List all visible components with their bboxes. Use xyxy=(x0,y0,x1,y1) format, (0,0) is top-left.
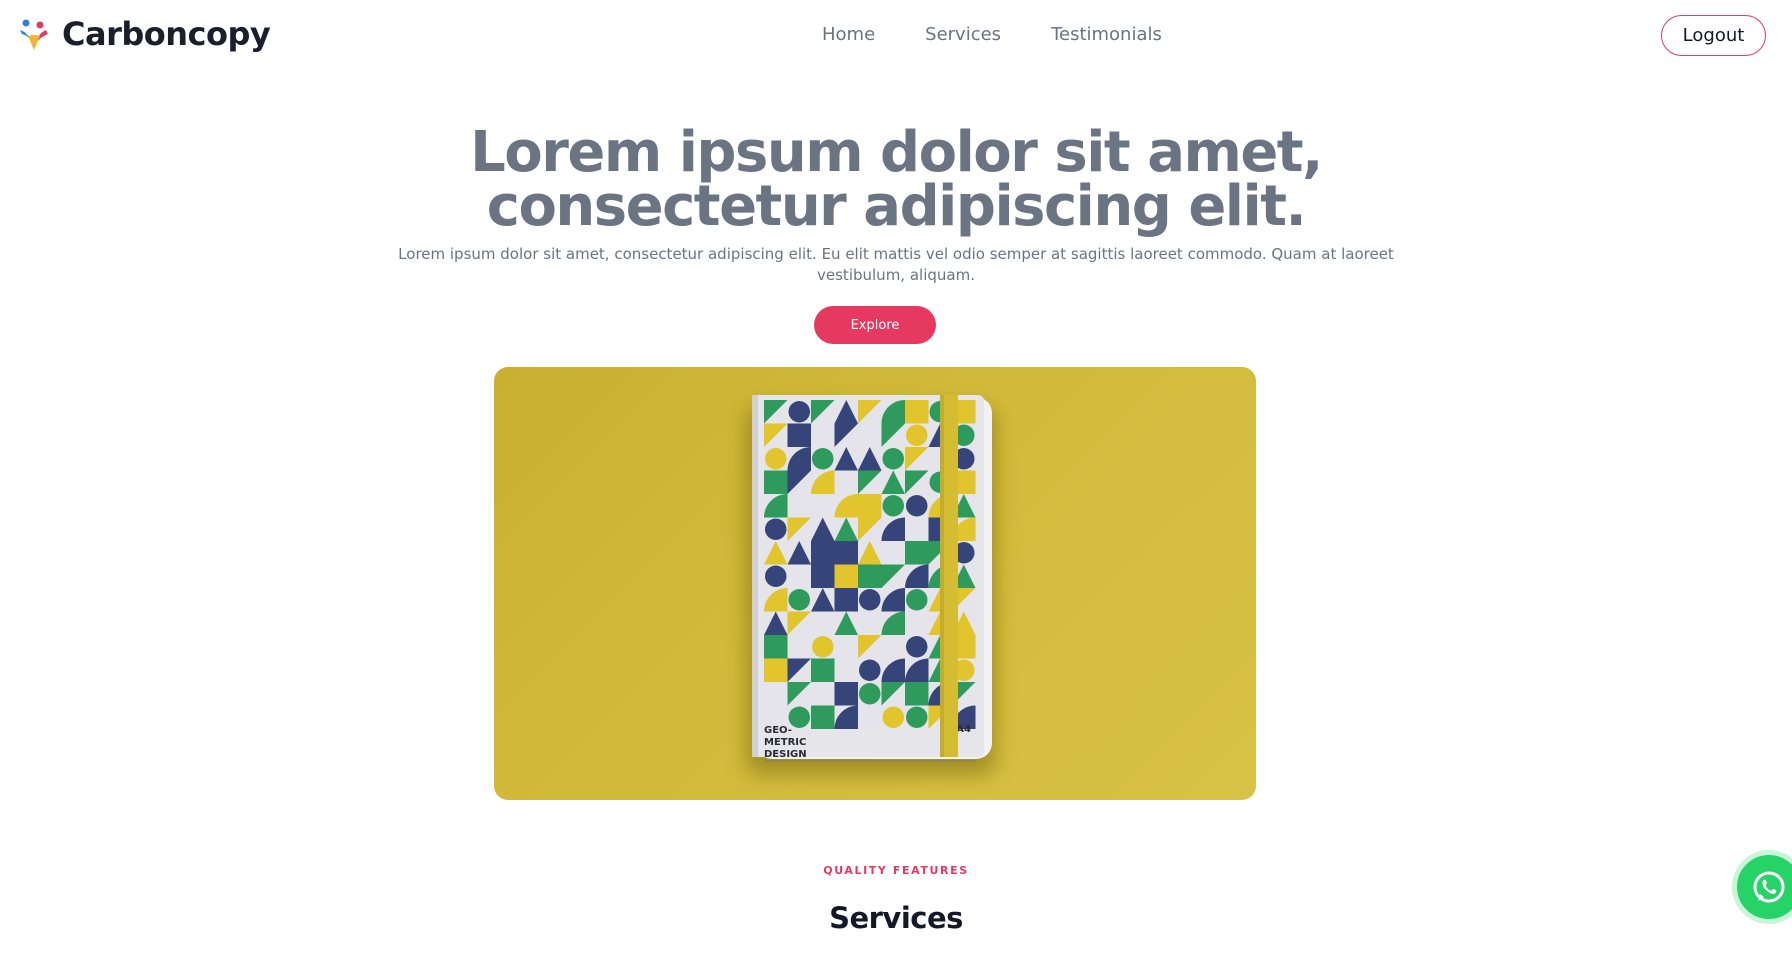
navbar: Carboncopy Home Services Testimonials Lo… xyxy=(0,0,1792,70)
pattern-tile xyxy=(811,705,835,729)
hero-image: GEO- METRIC DESIGN A4 xyxy=(494,367,1256,800)
pattern-tile xyxy=(835,471,857,493)
pattern-tile xyxy=(881,541,905,565)
nav-link-testimonials[interactable]: Testimonials xyxy=(1051,22,1162,48)
pattern-tile xyxy=(765,448,787,470)
pattern-tile xyxy=(788,589,810,611)
pattern-tile xyxy=(811,564,835,588)
svg-text:A4: A4 xyxy=(956,724,971,735)
nav-link-home[interactable]: Home xyxy=(822,22,875,48)
brand[interactable]: Carboncopy xyxy=(16,15,271,53)
pattern-tile xyxy=(834,682,858,706)
pattern-tile xyxy=(859,683,881,705)
section-title: Services xyxy=(829,901,963,935)
pattern-tile xyxy=(812,448,834,470)
pattern-tile xyxy=(811,658,835,682)
pattern-tile xyxy=(765,518,787,540)
pattern-tile xyxy=(858,564,882,588)
brand-name: Carboncopy xyxy=(62,15,271,53)
pattern-tile xyxy=(859,659,881,681)
pattern-tile xyxy=(788,401,810,423)
pattern-tile xyxy=(905,400,929,424)
svg-text:GEO-: GEO- xyxy=(764,725,792,736)
pattern-tile xyxy=(764,658,788,682)
pattern-tile xyxy=(764,470,788,494)
pattern-tile xyxy=(859,589,881,611)
whatsapp-icon xyxy=(1753,871,1785,903)
logout-button[interactable]: Logout xyxy=(1661,15,1766,56)
carboncopy-logo-icon xyxy=(20,19,48,50)
hero-subtitle: Lorem ipsum dolor sit amet, consectetur … xyxy=(398,245,1394,284)
pattern-tile xyxy=(787,423,811,447)
explore-button[interactable]: Explore xyxy=(814,306,936,344)
pattern-tile xyxy=(882,495,904,517)
pattern-tile xyxy=(858,705,882,729)
svg-text:METRIC: METRIC xyxy=(764,737,806,748)
whatsapp-chat-button[interactable] xyxy=(1732,850,1792,924)
pattern-tile xyxy=(834,588,858,612)
main-navigation: Home Services Testimonials xyxy=(822,22,1162,48)
pattern-tile xyxy=(764,682,788,706)
pattern-tile xyxy=(906,495,928,517)
pattern-tile xyxy=(906,518,928,540)
hero-title: Lorem ipsum dolor sit amet, consectetur … xyxy=(470,120,1323,239)
pattern-tile xyxy=(811,541,835,565)
pattern-tile xyxy=(834,541,858,565)
nav-link-services[interactable]: Services xyxy=(925,22,1001,48)
svg-text:DESIGN: DESIGN xyxy=(764,749,807,760)
pattern-tile xyxy=(787,564,811,588)
pattern-tile xyxy=(764,635,788,659)
pattern-tile xyxy=(905,682,929,706)
pattern-tile xyxy=(882,448,904,470)
pattern-tile xyxy=(906,589,928,611)
pattern-tile xyxy=(905,541,929,565)
pattern-tile xyxy=(834,564,858,588)
pattern-tile xyxy=(906,424,928,446)
pattern-tile xyxy=(906,706,928,728)
pattern-tile xyxy=(858,494,882,518)
pattern-tile xyxy=(765,565,787,587)
pattern-tile xyxy=(882,706,904,728)
pattern-tile xyxy=(858,423,882,447)
section-eyebrow: QUALITY FEATURES xyxy=(823,864,969,877)
notebook-illustration: GEO- METRIC DESIGN A4 xyxy=(746,395,996,775)
pattern-tile xyxy=(906,636,928,658)
pattern-tile xyxy=(812,636,834,658)
